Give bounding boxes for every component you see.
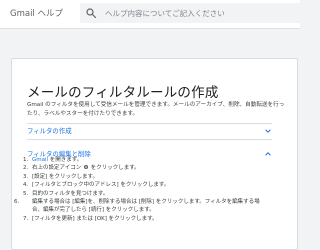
accordion-label[interactable]: フィルタの作成 <box>27 126 72 135</box>
list-item: 3. [設定] をクリックします。 <box>23 173 98 180</box>
list-item: 6. 編集する場合は [編集]を、削除する場合は [削除] をクリックします。フィ… <box>14 199 260 214</box>
chevron-down-icon[interactable] <box>264 127 272 135</box>
gmail-help-brand[interactable]: Gmail ヘルプ <box>10 7 63 19</box>
section-divider <box>27 139 272 140</box>
search-box[interactable]: ヘルプ内容についてご記入ください <box>80 3 300 23</box>
steps-list: 1. Gmail を開きます。 2. 右上の設定アイコン をクリックします。 3.[… <box>14 156 263 223</box>
gmail-link[interactable]: Gmail <box>32 157 48 163</box>
chevron-up-icon[interactable] <box>264 150 272 158</box>
article-title: メールのフィルタルールの作成 <box>27 85 219 101</box>
list-item: 7. [フィルタを更新] または [OK] をクリックします。 <box>23 215 158 222</box>
list-item: 5. 目的のフィルタを見つけます。 <box>23 190 109 197</box>
search-input[interactable]: ヘルプ内容についてご記入ください <box>105 8 225 19</box>
top-bar: Gmail ヘルプ ヘルプ内容についてご記入ください <box>0 0 300 29</box>
search-icon[interactable] <box>85 7 97 19</box>
list-item: 4. [フィルタとブロック中のアドレス] をクリックします。 <box>23 182 170 189</box>
accordion-create-filter[interactable]: フィルタの作成 <box>27 124 272 138</box>
list-item: 2. 右上の設定アイコン をクリックします。 <box>23 165 140 172</box>
article-intro: Gmail のフィルタを使用して受信メールを管理できます。メールのアーカイブ、削… <box>27 102 285 117</box>
list-item: 1. Gmail を開きます。 <box>23 157 83 163</box>
